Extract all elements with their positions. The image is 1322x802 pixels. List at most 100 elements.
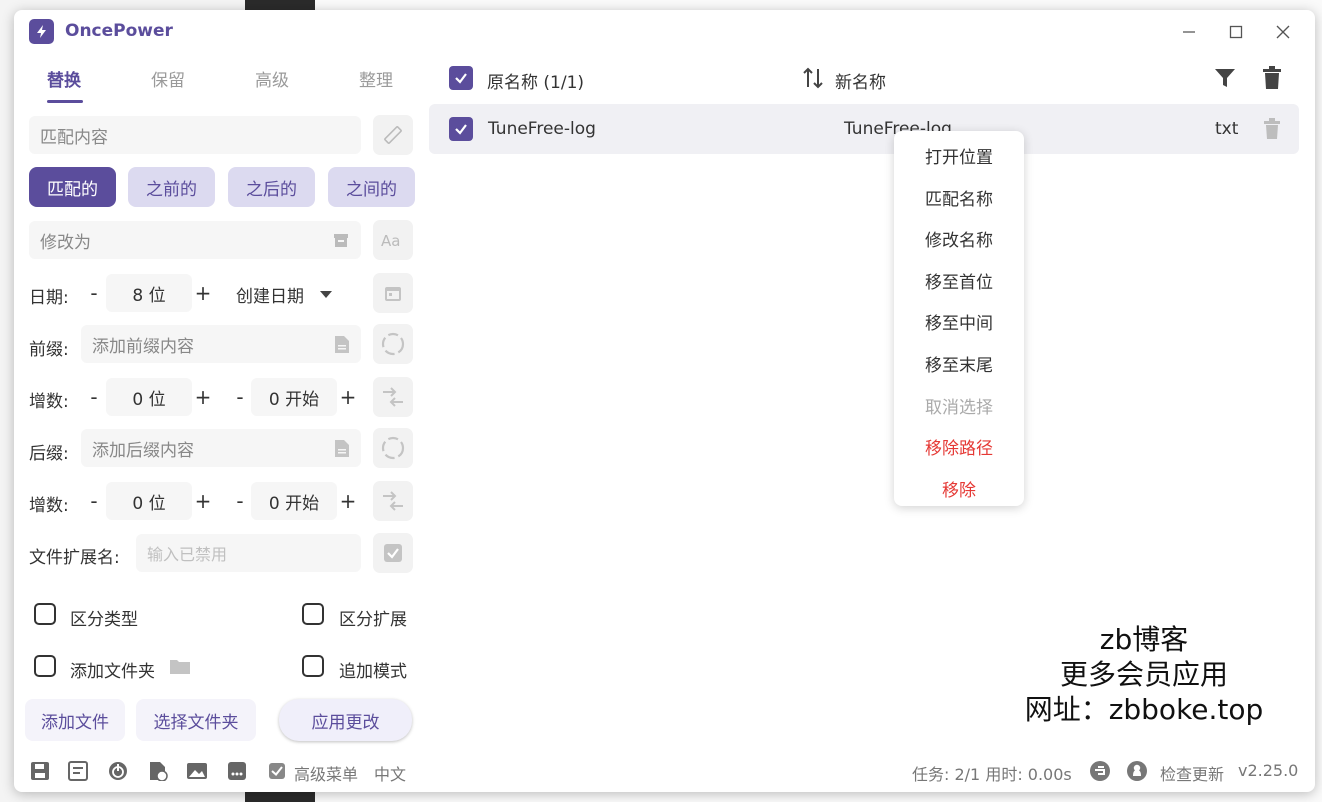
extension-toggle-button[interactable] [373, 533, 413, 573]
regex-button[interactable] [373, 115, 413, 155]
table-row[interactable]: TuneFree-log TuneFree-log txt [429, 104, 1299, 154]
match-input[interactable]: 匹配内容 [29, 116, 361, 154]
select-folder-button[interactable]: 选择文件夹 [136, 699, 256, 741]
increment2-start-plus-button[interactable]: + [338, 489, 358, 513]
date-calendar-button[interactable] [373, 273, 413, 313]
append-mode-label: 追加模式 [339, 662, 407, 682]
advanced-menu-checkbox[interactable] [266, 760, 288, 782]
save-icon [31, 762, 49, 780]
increment1-swap-button[interactable] [373, 377, 413, 417]
increment2-start-field[interactable]: 0 开始 [251, 482, 337, 520]
caret-down-icon [320, 290, 332, 298]
row-extension: txt [1215, 119, 1239, 139]
minimize-icon [1183, 31, 1195, 33]
sort-button[interactable] [801, 66, 825, 94]
github-button[interactable] [1126, 760, 1148, 782]
prefix-refresh-button[interactable] [373, 324, 413, 364]
distinguish-type-checkbox[interactable] [34, 603, 56, 625]
add-folder-label: 添加文件夹 [70, 662, 155, 682]
image-button[interactable] [186, 760, 208, 782]
increment1-start-plus-button[interactable]: + [338, 385, 358, 409]
distinguish-ext-checkbox[interactable] [302, 603, 324, 625]
maximize-button[interactable] [1221, 18, 1251, 46]
file-icon [335, 336, 349, 353]
menu-item-open-location[interactable]: 打开位置 [894, 143, 1024, 168]
distinguish-ext-label: 区分扩展 [339, 610, 407, 630]
tab-replace[interactable]: 替换 [47, 66, 81, 91]
select-all-checkbox[interactable] [449, 66, 473, 90]
increment1-digits-plus-button[interactable]: + [193, 385, 213, 409]
mode-after-button[interactable]: 之后的 [228, 167, 315, 207]
ruler-icon [384, 126, 402, 144]
save-button[interactable] [29, 760, 51, 782]
prefix-input[interactable]: 添加前缀内容 [81, 325, 361, 363]
power-button[interactable] [107, 760, 129, 782]
close-button[interactable] [1268, 18, 1298, 46]
gitee-button[interactable] [1089, 760, 1111, 782]
mode-before-button[interactable]: 之前的 [128, 167, 215, 207]
tab-organize[interactable]: 整理 [359, 66, 393, 91]
extension-input[interactable]: 输入已禁用 [136, 534, 361, 572]
increment2-swap-button[interactable] [373, 481, 413, 521]
app-window: OncePower 替换 保留 高级 整理 匹配内容 匹配的 之前的 之后的 之… [14, 10, 1315, 792]
menu-item-move-first[interactable]: 移至首位 [894, 268, 1024, 293]
history-button[interactable] [147, 760, 169, 782]
suffix-input-placeholder: 添加后缀内容 [92, 440, 194, 461]
date-type-dropdown[interactable]: 创建日期 [236, 282, 332, 307]
mode-match-button[interactable]: 匹配的 [29, 167, 116, 207]
language-switch[interactable]: 中文 [374, 761, 406, 785]
suffix-input[interactable]: 添加后缀内容 [81, 429, 361, 467]
title-bar: OncePower [14, 10, 1315, 54]
document-list-icon [68, 761, 88, 781]
menu-item-remove-path[interactable]: 移除路径 [894, 434, 1024, 459]
checkbox-checked-icon [269, 763, 285, 779]
check-update-link[interactable]: 检查更新 [1160, 761, 1224, 785]
more-button[interactable] [226, 760, 248, 782]
add-file-button[interactable]: 添加文件 [25, 699, 125, 741]
menu-item-modify-name[interactable]: 修改名称 [894, 226, 1024, 251]
log-button[interactable] [67, 760, 89, 782]
case-icon: Aa [381, 232, 400, 249]
case-button[interactable]: Aa [373, 220, 413, 260]
tab-advanced[interactable]: 高级 [255, 66, 289, 91]
mode-between-button[interactable]: 之间的 [328, 167, 415, 207]
app-logo-icon [29, 19, 54, 44]
suffix-refresh-button[interactable] [373, 428, 413, 468]
increment2-digits-minus-button[interactable]: - [84, 489, 104, 513]
modify-input[interactable]: 修改为 [29, 221, 361, 259]
menu-item-move-middle[interactable]: 移至中间 [894, 309, 1024, 334]
clear-all-button[interactable] [1262, 66, 1282, 94]
extension-label: 文件扩展名: [29, 548, 120, 568]
file-history-icon [150, 762, 168, 781]
filter-button[interactable] [1214, 67, 1236, 93]
increment1-digits-minus-button[interactable]: - [84, 385, 104, 409]
increment2-start-minus-button[interactable]: - [230, 489, 250, 513]
date-digits-field[interactable]: 8 位 [106, 274, 192, 312]
increment1-start-field[interactable]: 0 开始 [251, 378, 337, 416]
menu-item-match-name[interactable]: 匹配名称 [894, 185, 1024, 210]
minimize-button[interactable] [1174, 18, 1204, 46]
refresh-icon [381, 436, 405, 460]
menu-item-remove[interactable]: 移除 [894, 476, 1024, 501]
date-label: 日期: [29, 288, 69, 308]
tab-keep[interactable]: 保留 [151, 66, 185, 91]
menu-item-deselect[interactable]: 取消选择 [894, 393, 1024, 418]
increment2-digits-field[interactable]: 0 位 [106, 482, 192, 520]
menu-item-move-last[interactable]: 移至末尾 [894, 351, 1024, 376]
context-menu: 打开位置 匹配名称 修改名称 移至首位 移至中间 移至末尾 取消选择 移除路径 … [894, 131, 1024, 506]
increment1-digits-field[interactable]: 0 位 [106, 378, 192, 416]
increment2-digits-plus-button[interactable]: + [193, 489, 213, 513]
add-folder-checkbox[interactable] [34, 655, 56, 677]
folder-icon [170, 660, 190, 674]
advanced-menu-label: 高级菜单 [294, 765, 359, 784]
increment2-label: 增数: [29, 496, 69, 516]
watermark: zb博客 更多会员应用 网址：zbboke.top [1014, 622, 1274, 727]
date-minus-button[interactable]: - [84, 281, 104, 305]
increment1-start-minus-button[interactable]: - [230, 385, 250, 409]
date-plus-button[interactable]: + [193, 281, 213, 305]
append-mode-checkbox[interactable] [302, 655, 324, 677]
row-checkbox[interactable] [449, 117, 473, 141]
row-delete-button[interactable] [1263, 118, 1281, 144]
calendar-icon [385, 287, 401, 301]
apply-changes-button[interactable]: 应用更改 [279, 699, 412, 741]
